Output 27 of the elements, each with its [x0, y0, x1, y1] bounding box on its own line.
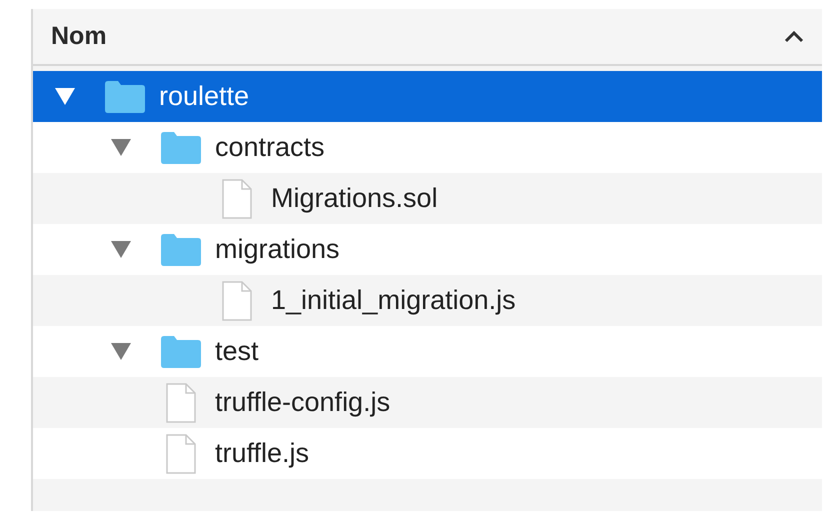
expanded-triangle-icon[interactable] — [111, 241, 131, 258]
tree-row[interactable]: roulette — [33, 71, 822, 122]
folder-name: contracts — [215, 131, 325, 164]
folder-name: migrations — [215, 233, 340, 266]
folder-name: roulette — [159, 80, 250, 114]
expanded-triangle-icon[interactable] — [111, 139, 131, 156]
tree-row[interactable]: test — [33, 326, 822, 377]
file-icon — [222, 280, 252, 320]
tree-row[interactable]: contracts — [33, 122, 822, 173]
tree-row[interactable]: truffle.js — [33, 428, 822, 479]
file-icon — [166, 434, 196, 474]
sort-chevron-icon — [784, 30, 804, 42]
folder-icon — [161, 234, 201, 266]
folder-icon — [161, 132, 201, 164]
file-name: truffle.js — [215, 437, 310, 470]
file-icon — [166, 382, 196, 422]
file-icon — [222, 178, 252, 218]
expanded-triangle-icon[interactable] — [111, 343, 131, 360]
file-name: 1_initial_migration.js — [271, 284, 516, 318]
expanded-triangle-icon[interactable] — [55, 88, 75, 105]
folder-icon — [105, 80, 145, 112]
folder-name: test — [215, 335, 259, 368]
tree-row[interactable]: migrations — [33, 224, 822, 275]
folder-icon — [161, 336, 201, 368]
column-title: Nom — [51, 20, 107, 52]
file-name: Migrations.sol — [271, 182, 438, 216]
file-name: truffle-config.js — [215, 386, 390, 420]
